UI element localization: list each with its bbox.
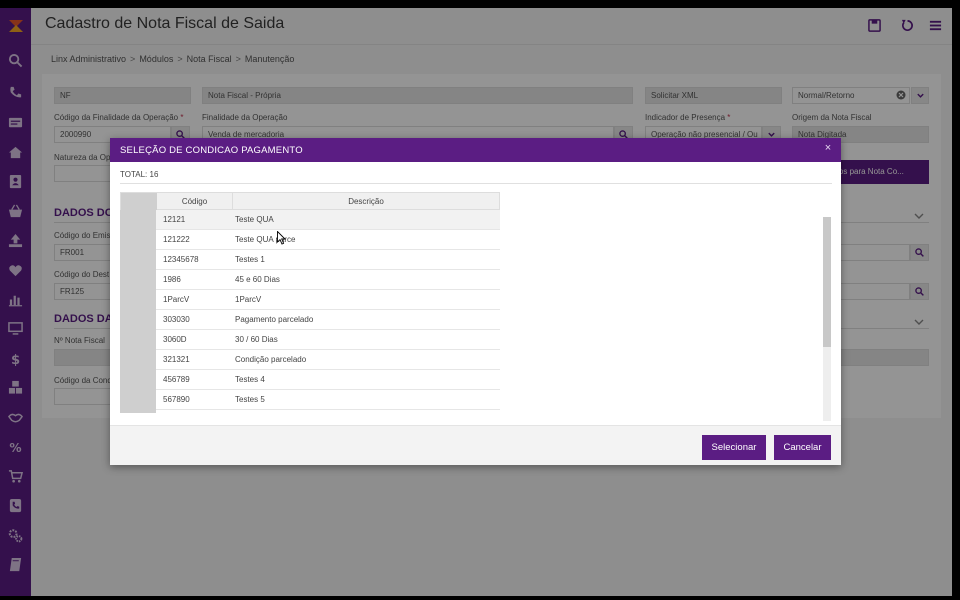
divider bbox=[120, 183, 832, 184]
payment-condition-modal: SELEÇÃO DE CONDICAO PAGAMENTO × TOTAL: 1… bbox=[110, 138, 841, 465]
table-row[interactable]: 12121 Teste QUA bbox=[156, 210, 500, 230]
cell-descricao: Teste QUA parce bbox=[235, 235, 296, 244]
cell-codigo: 12345678 bbox=[163, 255, 199, 264]
column-header-codigo[interactable]: Código bbox=[157, 193, 233, 210]
cell-descricao: Teste QUA bbox=[235, 215, 274, 224]
table-row[interactable]: 567890 Testes 5 bbox=[156, 390, 500, 410]
cell-codigo: 303030 bbox=[163, 315, 190, 324]
cell-descricao: Testes 5 bbox=[235, 395, 265, 404]
cell-descricao: 45 e 60 Dias bbox=[235, 275, 280, 284]
cell-codigo: 1ParcV bbox=[163, 295, 190, 304]
select-button[interactable]: Selecionar bbox=[702, 435, 766, 460]
scrollbar-thumb[interactable] bbox=[823, 217, 831, 347]
cell-descricao: Testes 4 bbox=[235, 375, 265, 384]
table-row[interactable]: 121222 Teste QUA parce bbox=[156, 230, 500, 250]
cell-descricao: 30 / 60 Dias bbox=[235, 335, 278, 344]
modal-title: SELEÇÃO DE CONDICAO PAGAMENTO bbox=[110, 138, 841, 162]
cell-descricao: 1ParcV bbox=[235, 295, 262, 304]
row-selector-column[interactable] bbox=[120, 210, 156, 413]
close-icon[interactable]: × bbox=[823, 143, 833, 154]
table-row[interactable]: 12345678 Testes 1 bbox=[156, 250, 500, 270]
table-row[interactable]: 456789 Testes 4 bbox=[156, 370, 500, 390]
cell-codigo: 456789 bbox=[163, 375, 190, 384]
modal-footer: Selecionar Cancelar bbox=[110, 425, 841, 465]
cell-codigo: 321321 bbox=[163, 355, 190, 364]
cell-codigo: 121222 bbox=[163, 235, 190, 244]
table-row[interactable]: 3060D 30 / 60 Dias bbox=[156, 330, 500, 350]
cell-descricao: Condição parcelado bbox=[235, 355, 307, 364]
table-row[interactable]: 1986 45 e 60 Dias bbox=[156, 270, 500, 290]
app-window: $ % Cadastro de Nota Fiscal de Saida Lin… bbox=[0, 8, 952, 596]
total-count: TOTAL: 16 bbox=[120, 170, 159, 179]
cell-codigo: 567890 bbox=[163, 395, 190, 404]
table-row[interactable]: 303030 Pagamento parcelado bbox=[156, 310, 500, 330]
table-row[interactable]: 321321 Condição parcelado bbox=[156, 350, 500, 370]
cancel-button[interactable]: Cancelar bbox=[774, 435, 831, 460]
select-column-header bbox=[121, 193, 157, 210]
cell-codigo: 3060D bbox=[163, 335, 187, 344]
table-header: Código Descrição bbox=[120, 192, 500, 210]
cell-descricao: Testes 1 bbox=[235, 255, 265, 264]
table-row[interactable]: 1ParcV 1ParcV bbox=[156, 290, 500, 310]
results-table: Código Descrição 12121 Teste QUA 121222 Te… bbox=[120, 192, 500, 414]
cell-codigo: 1986 bbox=[163, 275, 181, 284]
scrollbar[interactable] bbox=[823, 217, 831, 421]
cell-codigo: 12121 bbox=[163, 215, 186, 224]
column-header-descricao[interactable]: Descrição bbox=[233, 193, 499, 210]
mouse-cursor-icon bbox=[277, 231, 286, 245]
cell-descricao: Pagamento parcelado bbox=[235, 315, 314, 324]
